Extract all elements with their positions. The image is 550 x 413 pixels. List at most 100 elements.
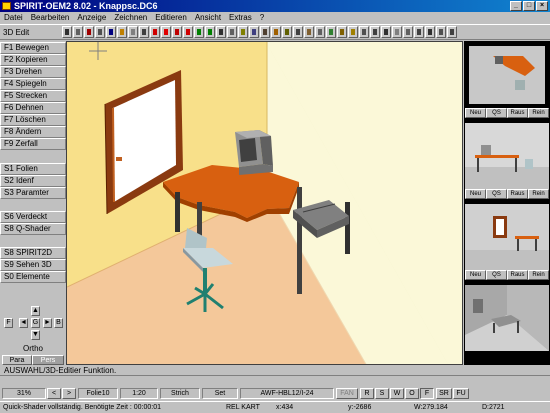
nav-down-button[interactable]: ▼ [31, 330, 40, 340]
open-folder-icon[interactable] [117, 26, 127, 38]
cut-icon[interactable] [139, 26, 149, 38]
menu-extras[interactable]: Extras [225, 12, 256, 24]
o-toggle[interactable]: O [405, 388, 419, 399]
skey-idenf[interactable]: S2 Idenf [0, 175, 66, 187]
text-icon[interactable] [304, 26, 314, 38]
import-icon[interactable] [436, 26, 446, 38]
nav-front-button[interactable]: F [4, 318, 13, 328]
preview2-rein-button[interactable]: Rein [528, 189, 549, 199]
preview-top-view[interactable]: Neu QS Raus Rein [464, 41, 550, 120]
menu-zeichnen[interactable]: Zeichnen [110, 12, 151, 24]
fkey-strecken[interactable]: F5 Strecken [0, 90, 66, 102]
zoom-out-icon[interactable] [205, 26, 215, 38]
menu-help[interactable]: ? [256, 12, 268, 24]
skey-spirit2d[interactable]: S8 SPIRIT2D [0, 247, 66, 259]
view-tool-icon[interactable] [95, 26, 105, 38]
preview1-rein-button[interactable]: Rein [528, 108, 549, 118]
f-toggle[interactable]: F [420, 388, 434, 399]
rotate-icon[interactable] [249, 26, 259, 38]
preview2-qs-button[interactable]: QS [486, 189, 507, 199]
preview3-neu-button[interactable]: Neu [465, 270, 486, 280]
w-toggle[interactable]: W [390, 388, 404, 399]
preview2-neu-button[interactable]: Neu [465, 189, 486, 199]
fkey-dehnen[interactable]: F6 Dehnen [0, 102, 66, 114]
print-icon[interactable] [128, 26, 138, 38]
zoom-field[interactable]: 31% [2, 388, 46, 399]
fkey-drehen[interactable]: F3 Drehen [0, 66, 66, 78]
skey-folien[interactable]: S1 Folien [0, 163, 66, 175]
copy-icon[interactable] [271, 26, 281, 38]
preview1-neu-button[interactable]: Neu [465, 108, 486, 118]
close-button[interactable]: × [536, 1, 548, 11]
fkey-bewegen[interactable]: F1 Bewegen [0, 42, 66, 54]
menu-anzeige[interactable]: Anzeige [73, 12, 110, 24]
grid-tool-icon[interactable] [62, 26, 72, 38]
perspective-button[interactable]: Pers [32, 355, 64, 365]
sr-toggle[interactable]: SR [436, 388, 452, 399]
hide-icon[interactable] [183, 26, 193, 38]
next-folie-button[interactable]: > [62, 388, 76, 399]
prev-folie-button[interactable]: < [47, 388, 61, 399]
s-toggle[interactable]: S [375, 388, 389, 399]
nav-center-button[interactable]: G [31, 318, 40, 328]
object-icon[interactable] [326, 26, 336, 38]
fkey-loeschen[interactable]: F7 Löschen [0, 114, 66, 126]
preview1-raus-button[interactable]: Raus [507, 108, 528, 118]
hatch-icon[interactable] [315, 26, 325, 38]
preview1-qs-button[interactable]: QS [486, 108, 507, 118]
symbol-icon[interactable] [337, 26, 347, 38]
3d-viewport[interactable] [66, 41, 463, 365]
measure-icon[interactable] [238, 26, 248, 38]
skey-paramter[interactable]: S3 Paramter [0, 187, 66, 199]
layer-tool-icon[interactable] [73, 26, 83, 38]
preview2-raus-button[interactable]: Raus [507, 189, 528, 199]
minimize-button[interactable]: _ [510, 1, 522, 11]
preview-front-view[interactable]: Neu QS Raus Rein [464, 122, 550, 201]
skey-elemente[interactable]: S0 Elemente [0, 271, 66, 283]
fang-toggle[interactable]: FAN [336, 388, 358, 399]
redraw-icon[interactable] [161, 26, 171, 38]
parallel-button[interactable]: Para [2, 355, 32, 365]
preview-side-view[interactable]: Neu QS Raus Rein [464, 203, 550, 282]
dimension-icon[interactable] [359, 26, 369, 38]
delete-icon[interactable] [150, 26, 160, 38]
preview3-raus-button[interactable]: Raus [507, 270, 528, 280]
settings-icon[interactable] [370, 26, 380, 38]
shade-icon[interactable] [172, 26, 182, 38]
library-icon[interactable] [348, 26, 358, 38]
pan-icon[interactable] [216, 26, 226, 38]
window-arrange-icon[interactable] [447, 26, 457, 38]
nav-back-button[interactable]: B [54, 318, 63, 328]
move-icon[interactable] [282, 26, 292, 38]
skey-sehen-3d[interactable]: S9 Sehen 3D [0, 259, 66, 271]
fkey-zerfall[interactable]: F9 Zerfall [0, 138, 66, 150]
material-icon[interactable] [414, 26, 424, 38]
window-zoom-icon[interactable] [227, 26, 237, 38]
layer-field[interactable]: AWF-HBL12/I-24 [240, 388, 334, 399]
menu-ansicht[interactable]: Ansicht [191, 12, 225, 24]
camera-icon[interactable] [381, 26, 391, 38]
render-icon[interactable] [392, 26, 402, 38]
light-icon[interactable] [403, 26, 413, 38]
set-field[interactable]: Set [202, 388, 238, 399]
stretch-icon[interactable] [293, 26, 303, 38]
ortho-toggle[interactable]: Ortho [10, 343, 56, 354]
menu-datei[interactable]: Datei [0, 12, 27, 24]
zoom-in-icon[interactable] [194, 26, 204, 38]
folie-field[interactable]: Folie10 [78, 388, 118, 399]
preview3-rein-button[interactable]: Rein [528, 270, 549, 280]
maximize-button[interactable]: □ [523, 1, 535, 11]
preview3-qs-button[interactable]: QS [486, 270, 507, 280]
nav-left-button[interactable]: ◄ [19, 318, 28, 328]
preview-perspective-view[interactable] [464, 284, 550, 363]
fu-toggle[interactable]: FU [453, 388, 469, 399]
scale-field[interactable]: 1:20 [120, 388, 158, 399]
nav-up-button[interactable]: ▲ [31, 306, 40, 316]
fkey-kopieren[interactable]: F2 Kopieren [0, 54, 66, 66]
menu-editieren[interactable]: Editieren [151, 12, 191, 24]
r-toggle[interactable]: R [360, 388, 374, 399]
fkey-spiegeln[interactable]: F4 Spiegeln [0, 78, 66, 90]
menu-bearbeiten[interactable]: Bearbeiten [27, 12, 74, 24]
fkey-aendern[interactable]: F8 Ändern [0, 126, 66, 138]
save-icon[interactable] [106, 26, 116, 38]
